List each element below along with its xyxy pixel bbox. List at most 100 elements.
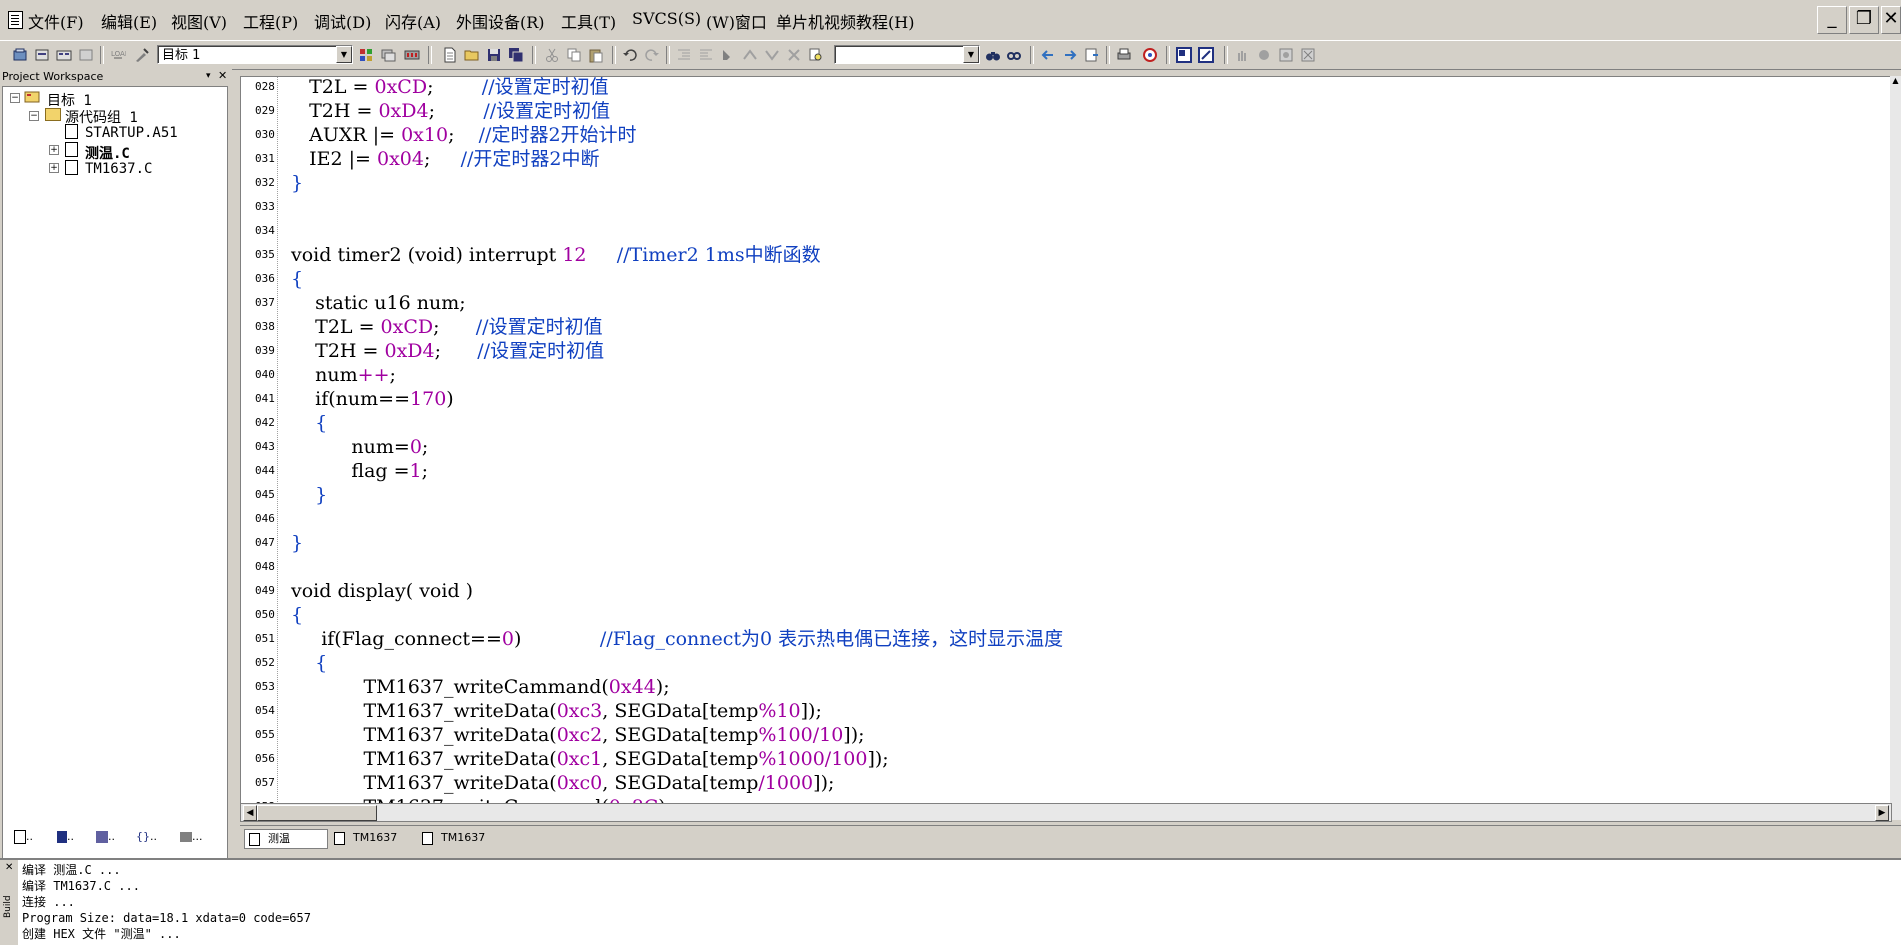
undo-icon[interactable] <box>622 47 638 63</box>
code-line[interactable]: 045 } <box>241 483 1881 507</box>
code-line[interactable]: 043 num=0; <box>241 435 1881 459</box>
code-line[interactable]: 051 if(Flag_connect==0) //Flag_connect为0… <box>241 627 1881 651</box>
pack-installer-icon[interactable] <box>404 47 420 63</box>
find-in-files-icon[interactable] <box>808 47 824 63</box>
code-line[interactable]: 041 if(num==170) <box>241 387 1881 411</box>
collapse-icon[interactable]: − <box>29 111 39 121</box>
tree-item-startup[interactable]: STARTUP.A51 <box>85 125 178 141</box>
code-editor[interactable]: 028 T2L = 0xCD; //设置定时初值 029 T2H = 0xD4; … <box>240 76 1892 805</box>
incremental-find-icon[interactable] <box>1006 47 1022 63</box>
code-line[interactable]: 049 void display( void ) <box>241 579 1881 603</box>
clear-bookmarks-icon[interactable] <box>786 47 802 63</box>
code-line[interactable]: 036 { <box>241 267 1881 291</box>
chevron-down-icon[interactable]: ▼ <box>336 46 352 63</box>
menu-project[interactable]: 工程(P) <box>243 9 298 33</box>
code-line[interactable]: 042 { <box>241 411 1881 435</box>
scroll-right-icon[interactable]: ▶ <box>1875 805 1889 821</box>
copy-icon[interactable] <box>566 47 582 63</box>
download-icon[interactable]: LOAD <box>110 47 126 63</box>
nav-back-icon[interactable] <box>1040 47 1056 63</box>
tab-registers[interactable]: .. <box>57 830 74 848</box>
code-line[interactable]: 047} <box>241 531 1881 555</box>
expand-icon[interactable]: + <box>49 145 59 155</box>
configure-icon[interactable] <box>1198 47 1214 63</box>
collapse-icon[interactable]: − <box>10 93 20 103</box>
restore-button[interactable]: ❐ <box>1849 6 1879 34</box>
code-line[interactable]: 039 T2H = 0xD4; //设置定时初值 <box>241 339 1881 363</box>
file-tab-cewen[interactable]: 测温 <box>244 829 328 849</box>
code-line[interactable]: 035 void timer2 (void) interrupt 12 //Tim… <box>241 243 1881 267</box>
menu-window[interactable]: (W)窗口 <box>706 9 767 33</box>
tab-project[interactable]: .. <box>14 830 33 848</box>
menu-flash[interactable]: 闪存(A) <box>385 9 441 33</box>
target-select[interactable]: 目标 1 ▼ <box>157 45 353 64</box>
code-line[interactable]: 028 T2L = 0xCD; //设置定时初值 <box>241 77 1881 99</box>
code-line[interactable]: 052 { <box>241 651 1881 675</box>
menu-file[interactable]: 文件(F) <box>28 9 84 33</box>
code-line[interactable]: 055 TM1637_writeData(0xc2, SEGData[temp%… <box>241 723 1881 747</box>
tree-item-cewen[interactable]: 测温.C <box>85 143 130 163</box>
save-icon[interactable] <box>486 47 502 63</box>
rebuild-icon[interactable] <box>34 47 50 63</box>
tab-functions[interactable]: {}.. <box>136 830 157 848</box>
manage-components-icon[interactable] <box>380 47 396 63</box>
menu-debug[interactable]: 调试(D) <box>314 9 371 33</box>
unindent-icon[interactable] <box>698 47 714 63</box>
breakpoint-icon[interactable] <box>1256 47 1272 63</box>
find-icon[interactable] <box>985 47 1001 63</box>
code-line[interactable]: 038 T2L = 0xCD; //设置定时初值 <box>241 315 1881 339</box>
code-line[interactable]: 057 TM1637_writeData(0xc0, SEGData[temp/… <box>241 771 1881 795</box>
disable-breakpoint-icon[interactable] <box>1278 47 1294 63</box>
horizontal-scrollbar[interactable]: ◀ ▶ <box>240 803 1892 822</box>
vertical-scrollbar[interactable]: ▲ <box>1890 76 1901 820</box>
redo-icon[interactable] <box>644 47 660 63</box>
target-options-icon[interactable] <box>134 47 150 63</box>
find-combo[interactable]: ▼ <box>834 45 980 64</box>
code-line[interactable]: 054 TM1637_writeData(0xc3, SEGData[temp%… <box>241 699 1881 723</box>
code-line[interactable]: 031 IE2 |= 0x04; //开定时器2中断 <box>241 147 1881 171</box>
indent-icon[interactable] <box>676 47 692 63</box>
close-icon[interactable]: ✕ <box>218 69 227 82</box>
build-output-panel[interactable]: ✕ Build 编译 测温.C ... 编译 TM1637.C ... 连接 .… <box>0 858 1901 945</box>
open-folder-icon[interactable] <box>464 47 480 63</box>
tree-item-tm1637[interactable]: TM1637.C <box>85 161 152 177</box>
code-line[interactable]: 056 TM1637_writeData(0xc1, SEGData[temp%… <box>241 747 1881 771</box>
pin-icon[interactable]: ▾ <box>206 71 211 81</box>
scroll-left-icon[interactable]: ◀ <box>243 805 257 821</box>
menu-svcs[interactable]: SVCS(S) <box>632 9 701 28</box>
chevron-down-icon[interactable]: ▼ <box>963 46 979 63</box>
paste-icon[interactable] <box>588 47 604 63</box>
save-all-icon[interactable] <box>508 47 524 63</box>
kill-breakpoints-icon[interactable] <box>1300 47 1316 63</box>
prev-bookmark-icon[interactable] <box>742 47 758 63</box>
nav-forward-icon[interactable] <box>1062 47 1078 63</box>
menu-tools[interactable]: 工具(T) <box>561 9 616 33</box>
code-line[interactable]: 033 <box>241 195 1881 219</box>
hand-icon[interactable] <box>1234 47 1250 63</box>
next-bookmark-icon[interactable] <box>764 47 780 63</box>
code-line[interactable]: 034 <box>241 219 1881 243</box>
source-browser-icon[interactable] <box>1142 47 1158 63</box>
menu-edit[interactable]: 编辑(E) <box>101 9 157 33</box>
code-line[interactable]: 037 static u16 num; <box>241 291 1881 315</box>
code-line[interactable]: 030 AUXR |= 0x10; //定时器2开始计时 <box>241 123 1881 147</box>
tab-templates[interactable]: ... <box>180 830 203 848</box>
debug-session-icon[interactable] <box>1084 47 1100 63</box>
file-tab-tm1637-1[interactable]: TM1637 <box>330 829 410 847</box>
new-file-icon[interactable] <box>442 47 458 63</box>
close-button[interactable]: ✕ <box>1881 6 1901 34</box>
close-icon[interactable]: ✕ <box>5 862 13 873</box>
menu-peripherals[interactable]: 外围设备(R) <box>456 9 545 33</box>
code-line[interactable]: 046 <box>241 507 1881 531</box>
code-line[interactable]: 048 <box>241 555 1881 579</box>
code-line[interactable]: 053 TM1637_writeCammand(0x44); <box>241 675 1881 699</box>
scroll-thumb[interactable] <box>257 805 377 821</box>
bookmark-icon[interactable] <box>720 47 736 63</box>
batch-build-icon[interactable] <box>56 47 72 63</box>
code-line[interactable]: 032} <box>241 171 1881 195</box>
window-layout-icon[interactable] <box>1176 47 1192 63</box>
tab-books[interactable]: .. <box>96 830 115 848</box>
stop-build-icon[interactable] <box>78 47 94 63</box>
build-target-icon[interactable] <box>12 47 28 63</box>
document-icon[interactable] <box>8 11 23 29</box>
